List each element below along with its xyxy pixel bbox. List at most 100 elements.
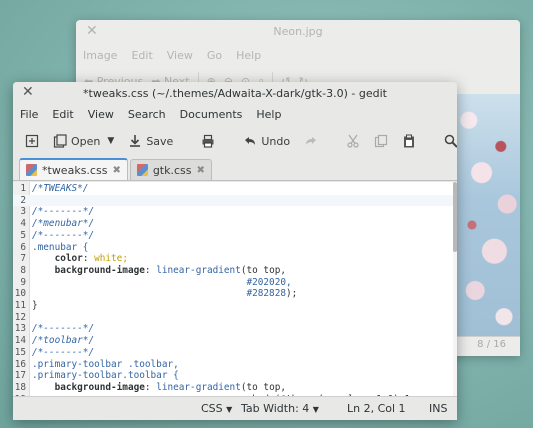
paste-icon: [404, 134, 415, 148]
viewer-menu-go[interactable]: Go: [207, 49, 222, 62]
code-line[interactable]: 6 .menubar {: [13, 242, 457, 254]
open-icon: [53, 134, 67, 148]
code-line[interactable]: 18 background-image: linear-gradient(to …: [13, 382, 457, 394]
line-number: 5: [20, 229, 26, 241]
redo-button[interactable]: [300, 131, 322, 151]
new-document-button[interactable]: [21, 131, 43, 151]
tab-label: *tweaks.css: [42, 163, 108, 177]
vertical-scrollbar[interactable]: [453, 182, 457, 396]
find-button[interactable]: [440, 131, 457, 151]
gedit-titlebar: ✕ *tweaks.css (~/.themes/Adwaita-X-dark/…: [13, 82, 457, 104]
close-tab-icon[interactable]: ✖: [197, 165, 205, 176]
code-line[interactable]: 8 background-image: linear-gradient(to t…: [13, 265, 457, 277]
line-number: 3: [20, 206, 26, 218]
save-label: Save: [146, 134, 174, 148]
code-line[interactable]: 15 /*-------*/: [13, 347, 457, 359]
viewer-menu-help[interactable]: Help: [236, 49, 261, 62]
line-text: #282828);: [246, 288, 298, 300]
line-text: /*TWEAKS*/: [32, 183, 89, 194]
language-selector[interactable]: CSS ▼: [201, 402, 232, 415]
copy-button[interactable]: [370, 131, 392, 151]
image-counter: 8 / 16: [477, 339, 506, 350]
line-number: 7: [20, 253, 26, 265]
code-line[interactable]: 1 /*TWEAKS*/: [13, 183, 457, 195]
code-line[interactable]: 11}: [13, 300, 457, 312]
line-number: 16: [14, 358, 26, 370]
tab-gtk-css[interactable]: gtk.css ✖: [129, 159, 212, 180]
text-editor[interactable]: 1 /*TWEAKS*/ 2 3 /*-------*/ 4 /*menubar*/ 5 /*-…: [13, 182, 457, 396]
line-text: /*toolbar*/: [32, 335, 95, 347]
code-line[interactable]: 7 color: white;: [13, 253, 457, 265]
menu-help[interactable]: Help: [256, 108, 281, 121]
gedit-statusbar: CSS ▼ Tab Width: 4 ▼ Ln 2, Col 1 INS: [13, 396, 457, 420]
code-line[interactable]: 5 /*-------*/: [13, 230, 457, 242]
language-label: CSS: [201, 402, 223, 415]
code-line[interactable]: 16 .primary-toolbar .toolbar,: [13, 359, 457, 371]
close-tab-icon[interactable]: ✖: [112, 165, 120, 176]
code-line[interactable]: 2: [13, 194, 457, 207]
code-line[interactable]: 13 /*-------*/: [13, 323, 457, 335]
code-line[interactable]: 4 /*menubar*/: [13, 218, 457, 230]
gedit-window: ✕ *tweaks.css (~/.themes/Adwaita-X-dark/…: [13, 82, 457, 420]
open-button[interactable]: Open ▼: [49, 131, 118, 151]
line-text: }: [32, 300, 38, 311]
tab-label: gtk.css: [152, 163, 192, 177]
line-number: 18: [14, 381, 26, 393]
menu-edit[interactable]: Edit: [52, 108, 73, 121]
print-button[interactable]: [197, 131, 219, 151]
menu-documents[interactable]: Documents: [180, 108, 243, 121]
viewer-menu-view[interactable]: View: [167, 49, 193, 62]
line-text: color: white;: [54, 253, 128, 265]
undo-label: Undo: [261, 134, 291, 148]
css-file-icon: [26, 164, 37, 176]
gedit-title: *tweaks.css (~/.themes/Adwaita-X-dark/gt…: [83, 87, 387, 100]
copy-icon: [374, 134, 388, 148]
viewer-titlebar: ✕ Neon.jpg: [76, 20, 520, 44]
line-text: /*-------*/: [32, 346, 95, 358]
line-number: 10: [14, 288, 26, 300]
chevron-down-icon: ▼: [312, 405, 319, 414]
paste-button[interactable]: [398, 131, 420, 151]
line-number: 8: [20, 264, 26, 276]
code-line[interactable]: 10 #282828);: [13, 288, 457, 300]
line-number: 13: [14, 323, 26, 335]
document-tabs: *tweaks.css ✖ gtk.css ✖: [13, 158, 457, 181]
cursor-position: Ln 2, Col 1: [347, 402, 406, 415]
line-text: .primary-toolbar.toolbar {: [32, 370, 179, 382]
line-text: background-image: linear-gradient(to top…: [54, 381, 287, 393]
line-number: 9: [20, 276, 26, 288]
search-icon: [444, 134, 457, 148]
menu-file[interactable]: File: [20, 108, 38, 121]
viewer-menu-edit[interactable]: Edit: [131, 49, 152, 62]
gedit-toolbar: Open ▼ Save Undo: [13, 124, 457, 158]
line-text: /*-------*/: [32, 206, 95, 218]
code-line[interactable]: 17 .primary-toolbar.toolbar {: [13, 370, 457, 382]
css-file-icon: [136, 164, 148, 176]
viewer-menu-image[interactable]: Image: [83, 49, 117, 62]
tab-tweaks-css[interactable]: *tweaks.css ✖: [19, 158, 128, 180]
code-line[interactable]: 3 /*-------*/: [13, 206, 457, 218]
cut-button[interactable]: [342, 131, 364, 151]
menu-view[interactable]: View: [88, 108, 114, 121]
code-line[interactable]: 14 /*toolbar*/: [13, 335, 457, 347]
redo-icon: [306, 137, 317, 145]
undo-button[interactable]: Undo: [239, 131, 294, 151]
code-line[interactable]: 9 #202020,: [13, 277, 457, 289]
line-number: 14: [14, 335, 26, 347]
line-number: 2: [20, 194, 26, 206]
code-line[interactable]: 12: [13, 312, 457, 324]
line-text: background-image: linear-gradient(to top…: [54, 264, 287, 276]
tab-width-selector[interactable]: Tab Width: 4 ▼: [241, 402, 319, 415]
line-number: 11: [14, 300, 26, 311]
chevron-down-icon[interactable]: ▼: [107, 136, 114, 146]
line-text: /*-------*/: [32, 323, 95, 335]
insert-mode: INS: [429, 402, 448, 415]
tab-width-label: Tab Width: 4: [241, 402, 310, 415]
cut-icon: [347, 134, 359, 148]
open-label: Open: [71, 134, 101, 148]
scrollbar-thumb[interactable]: [453, 182, 457, 252]
viewer-statusbar: 8 / 16: [456, 336, 520, 356]
save-button[interactable]: Save: [124, 131, 177, 151]
line-number: 1: [20, 183, 26, 194]
menu-search[interactable]: Search: [128, 108, 166, 121]
